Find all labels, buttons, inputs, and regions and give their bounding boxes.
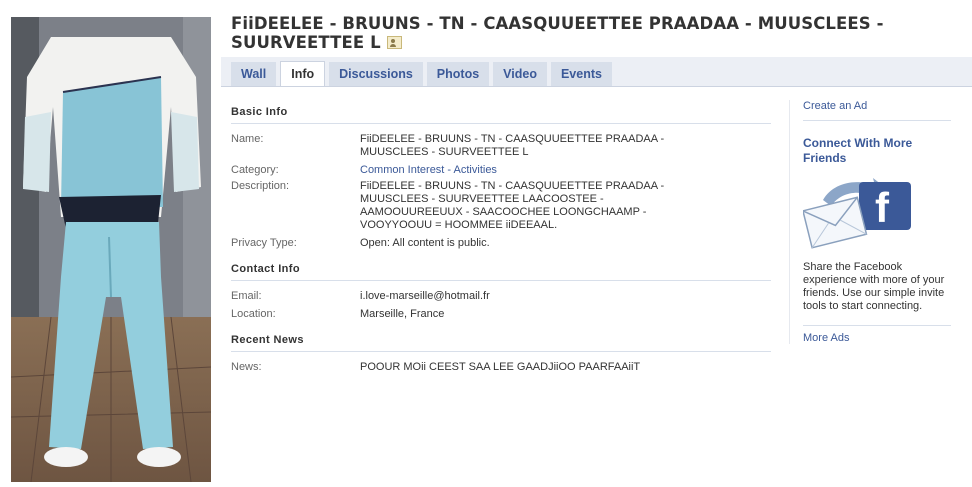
privacy-value: Open: All content is public. [360,237,490,249]
envelope-facebook-icon: f [802,178,911,249]
invite-ad-image[interactable]: f [802,174,913,256]
tab-photos[interactable]: Photos [426,62,490,86]
email-value: i.love-marseille@hotmail.fr [360,290,490,302]
info-panel: Basic Info Name: FiiDEELEE - BRUUNS - TN… [231,100,771,381]
contact-info-section: Contact Info Email: i.love-marseille@hot… [231,257,771,321]
section-heading: Recent News [231,328,771,352]
connect-friends-title[interactable]: Connect With More Friends [803,136,951,166]
profile-tabs: Wall Info Discussions Photos Video Event… [231,61,616,87]
basic-info-section: Basic Info Name: FiiDEELEE - BRUUNS - TN… [231,100,771,250]
privacy-row: Privacy Type: Open: All content is publi… [231,237,771,250]
email-row: Email: i.love-marseille@hotmail.fr [231,290,771,303]
location-value: Marseille, France [360,308,445,320]
tab-wall[interactable]: Wall [231,62,277,86]
ads-sidebar: Create an Ad Connect With More Friends f… [789,100,951,344]
section-heading: Basic Info [231,100,771,124]
tab-discussions[interactable]: Discussions [329,62,423,86]
description-row: Description: FiiDEELEE - BRUUNS - TN - C… [231,180,771,232]
field-label: Category: [231,164,279,176]
field-label: News: [231,361,262,373]
location-row: Location: Marseille, France [231,308,771,321]
field-label: Location: [231,308,276,320]
field-label: Privacy Type: [231,237,297,249]
tab-video[interactable]: Video [493,62,547,86]
section-heading: Contact Info [231,257,771,281]
category-link[interactable]: Common Interest - Activities [360,164,700,177]
recent-news-section: Recent News News: POOUR MOii CEEST SAA L… [231,328,771,374]
field-label: Description: [231,180,290,192]
friend-badge-icon[interactable] [386,36,402,49]
news-row: News: POOUR MOii CEEST SAA LEE GAADJiiOO… [231,361,771,374]
more-ads-link[interactable]: More Ads [803,332,951,344]
field-label: Email: [231,290,262,302]
category-row: Category: Common Interest - Activities [231,164,771,177]
tab-info[interactable]: Info [280,61,326,87]
svg-text:f: f [875,184,890,231]
tab-events[interactable]: Events [550,62,612,86]
field-label: Name: [231,133,264,145]
name-value: FiiDEELEE - BRUUNS - TN - CAASQUUEETTEE … [360,133,665,158]
page-title: FiiDEELEE - BRUUNS - TN - CAASQUUEETTEE … [231,14,966,52]
news-value: POOUR MOii CEEST SAA LEE GAADJiiOO PAARF… [360,361,641,373]
tab-divider [221,86,972,87]
invite-ad-text: Share the Facebook experience with more … [803,261,951,326]
profile-photo[interactable] [11,17,211,482]
page-title-text: FiiDEELEE - BRUUNS - TN - CAASQUUEETTEE … [231,14,884,52]
description-value: FiiDEELEE - BRUUNS - TN - CAASQUUEETTEE … [360,180,665,231]
name-row: Name: FiiDEELEE - BRUUNS - TN - CAASQUUE… [231,133,771,159]
create-ad-link[interactable]: Create an Ad [803,100,951,121]
person-figure-photo [11,17,211,482]
